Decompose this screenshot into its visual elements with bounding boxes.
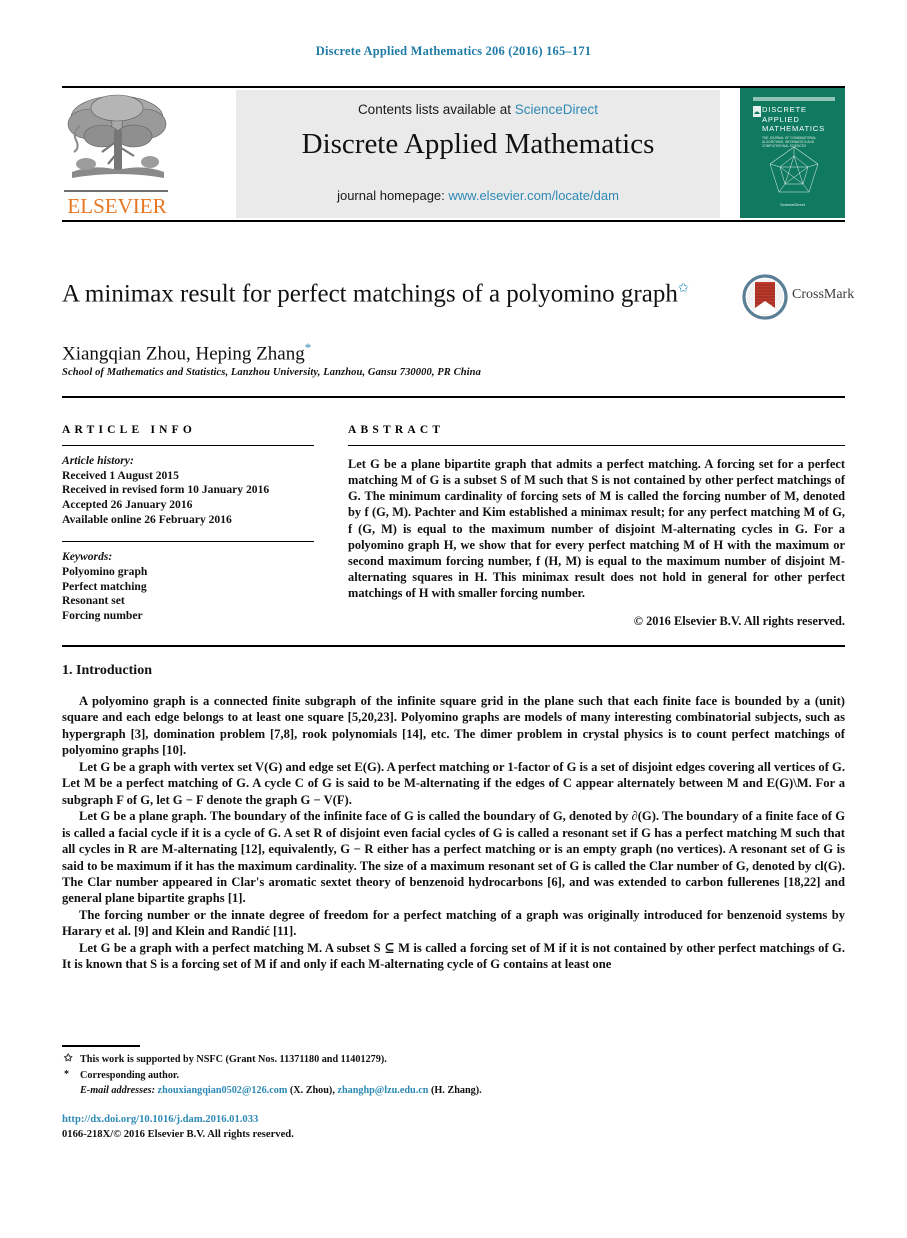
- journal-cover-thumbnail[interactable]: DISCRETE APPLIED MATHEMATICS THE JOURNAL…: [740, 88, 845, 218]
- keyword-item: Forcing number: [62, 608, 143, 622]
- keywords-rule: [62, 541, 314, 543]
- article-info-column: ARTICLE INFO Article history: Received 1…: [62, 424, 314, 623]
- running-head: Discrete Applied Mathematics 206 (2016) …: [315, 44, 592, 58]
- cover-graph-illustration: [763, 144, 825, 199]
- keyword-item: Resonant set: [62, 594, 125, 608]
- doi-block: http://dx.doi.org/10.1016/j.dam.2016.01.…: [62, 1112, 294, 1142]
- email-link-second-author[interactable]: zhanghp@lzu.edu.cn: [337, 1085, 428, 1096]
- journal-title: Discrete Applied Mathematics: [301, 128, 655, 160]
- keywords-block: Keywords: Polyomino graph Perfect matchi…: [62, 550, 314, 623]
- email-link-first-author[interactable]: zhouxiangqian0502@126.com: [158, 1085, 288, 1096]
- cover-inner: DISCRETE APPLIED MATHEMATICS THE JOURNAL…: [745, 92, 840, 214]
- body-paragraph: Let G be a graph with a perfect matching…: [62, 940, 845, 972]
- keyword-item: Perfect matching: [62, 579, 147, 593]
- issn-copyright-line: 0166-218X/© 2016 Elsevier B.V. All right…: [62, 1129, 294, 1140]
- elsevier-logo-rule: [64, 190, 168, 192]
- article-info-heading: ARTICLE INFO: [62, 424, 197, 436]
- cover-top-bar: [753, 97, 835, 101]
- cover-title: DISCRETE APPLIED MATHEMATICS: [762, 105, 825, 133]
- article-body: A polyomino graph is a connected finite …: [62, 693, 845, 973]
- masthead-bottom-rule: [62, 220, 845, 222]
- email-owner-first: (X. Zhou): [289, 1085, 333, 1096]
- journal-homepage-line: journal homepage: www.elsevier.com/locat…: [236, 188, 720, 203]
- history-item: Available online 26 February 2016: [62, 512, 232, 526]
- footnote-block: ✩ This work is supported by NSFC (Grant …: [62, 1052, 845, 1099]
- history-item: Received 1 August 2015: [62, 468, 179, 482]
- footnote-corresponding: * Corresponding author.: [62, 1068, 845, 1084]
- keyword-item: Polyomino graph: [62, 564, 148, 578]
- affiliation: School of Mathematics and Statistics, La…: [62, 367, 481, 378]
- cover-elsevier-icon: [753, 104, 761, 117]
- abstract-heading: ABSTRACT: [348, 424, 445, 436]
- masthead-top-rule: [62, 86, 845, 88]
- cover-footer: ScienceDirect: [780, 202, 805, 207]
- history-item: Received in revised form 10 January 2016: [62, 483, 270, 497]
- footnote-corresponding-marker: *: [64, 1068, 69, 1080]
- article-history-label: Article history:: [62, 454, 134, 468]
- contents-available-line: Contents lists available at ScienceDirec…: [236, 102, 720, 117]
- article-page: Discrete Applied Mathematics 206 (2016) …: [0, 0, 907, 1238]
- author-list: Xiangqian Zhou, Heping Zhang*: [62, 340, 762, 365]
- abstract-copyright: © 2016 Elsevier B.V. All rights reserved…: [633, 614, 845, 629]
- history-item: Accepted 26 January 2016: [62, 497, 193, 511]
- abstract-column: ABSTRACT Let G be a plane bipartite grap…: [348, 424, 845, 629]
- homepage-prefix: journal homepage:: [337, 188, 449, 203]
- section-heading-introduction: 1. Introduction: [62, 663, 152, 678]
- journal-masthead: ELSEVIER Contents lists available at Sci…: [62, 86, 845, 222]
- doi-link[interactable]: http://dx.doi.org/10.1016/j.dam.2016.01.…: [62, 1112, 294, 1127]
- footnote-rule: [62, 1045, 140, 1047]
- title-footnote-marker[interactable]: ✩: [678, 280, 689, 295]
- sciencedirect-link[interactable]: ScienceDirect: [515, 102, 598, 117]
- body-paragraph: A polyomino graph is a connected finite …: [62, 694, 845, 758]
- info-top-rule: [62, 396, 845, 398]
- footnote-emails: E-mail addresses: zhouxiangqian0502@126.…: [80, 1085, 482, 1096]
- footnote-grant-marker: ✩: [64, 1053, 73, 1064]
- contents-prefix: Contents lists available at: [357, 102, 515, 117]
- elsevier-logo: ELSEVIER: [62, 90, 172, 218]
- crossmark-badge[interactable]: CrossMark: [742, 274, 854, 322]
- email-label: E-mail addresses:: [80, 1085, 155, 1096]
- footnote-grant: ✩ This work is supported by NSFC (Grant …: [62, 1052, 845, 1068]
- body-paragraph: Let G be a plane graph. The boundary of …: [62, 809, 845, 906]
- corresponding-author-marker[interactable]: *: [305, 340, 312, 355]
- journal-homepage-link[interactable]: www.elsevier.com/locate/dam: [448, 188, 619, 203]
- crossmark-icon: [742, 274, 788, 320]
- keywords-label: Keywords:: [62, 550, 113, 564]
- abstract-rule: [348, 445, 845, 447]
- abstract-text: Let G be a plane bipartite graph that ad…: [348, 457, 845, 600]
- info-bottom-rule: [62, 645, 845, 647]
- contents-box: Contents lists available at ScienceDirec…: [236, 90, 720, 218]
- article-history-block: Article history: Received 1 August 2015 …: [62, 454, 314, 527]
- footnote-corresponding-text: Corresponding author.: [80, 1069, 180, 1081]
- authors-text: Xiangqian Zhou, Heping Zhang: [62, 343, 305, 365]
- title-text: A minimax result for perfect matchings o…: [62, 280, 678, 308]
- body-paragraph: The forcing number or the innate degree …: [62, 907, 845, 939]
- elsevier-tree-icon: [64, 90, 170, 190]
- email-owner-second: (H. Zhang): [430, 1085, 480, 1096]
- crossmark-label: CrossMark: [792, 287, 855, 302]
- body-paragraph: Let G be a graph with vertex set V(G) an…: [62, 759, 845, 807]
- page-title: A minimax result for perfect matchings o…: [62, 272, 702, 309]
- footnote-grant-text: This work is supported by NSFC (Grant No…: [80, 1054, 387, 1065]
- article-info-rule: [62, 445, 314, 447]
- elsevier-wordmark: ELSEVIER: [67, 194, 167, 218]
